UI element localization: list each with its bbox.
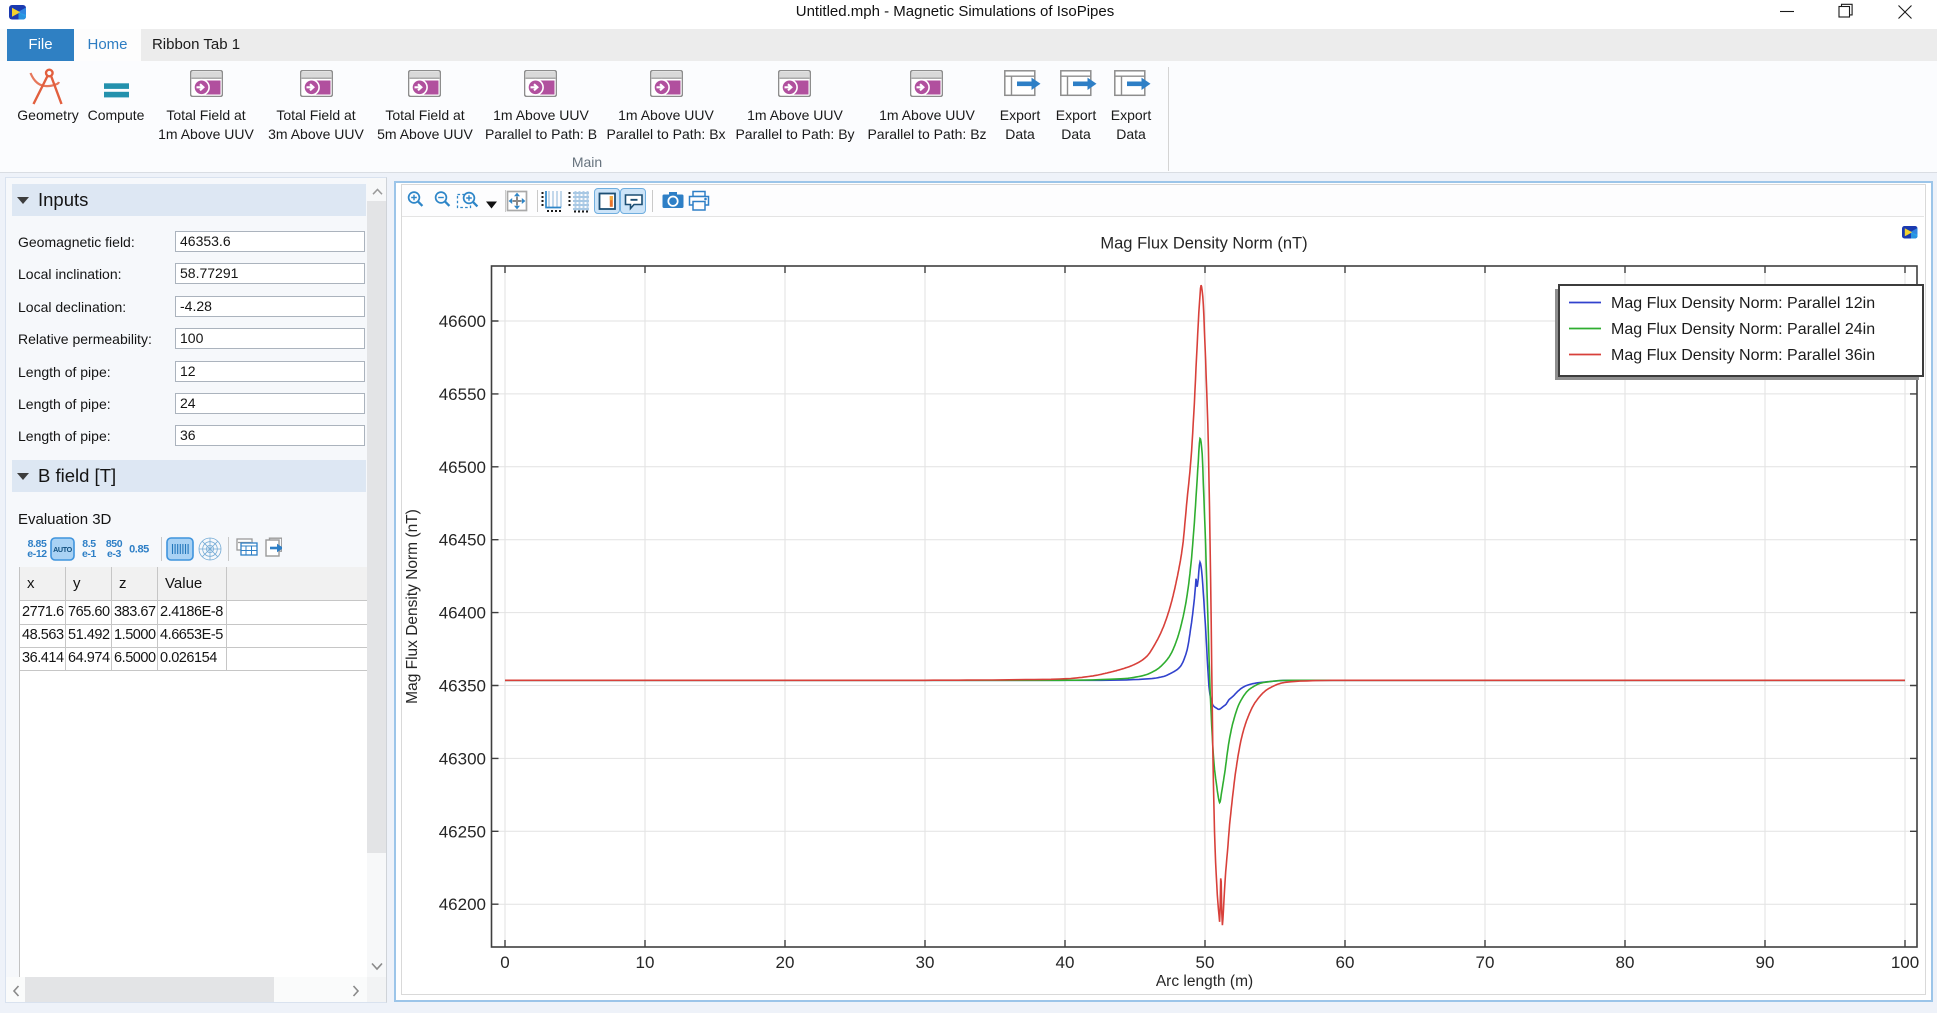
svg-text:80: 80: [1616, 953, 1635, 972]
svg-text:60: 60: [1336, 953, 1355, 972]
svg-text:46200: 46200: [439, 895, 486, 914]
svg-text:0.85: 0.85: [129, 544, 149, 556]
svg-text:50: 50: [1196, 953, 1215, 972]
svg-text:30: 30: [916, 953, 935, 972]
svg-text:e-12: e-12: [27, 548, 47, 560]
svg-text:e-3: e-3: [107, 548, 122, 560]
svg-text:46250: 46250: [439, 822, 486, 841]
svg-text:20: 20: [776, 953, 795, 972]
svg-text:40: 40: [1056, 953, 1075, 972]
svg-text:46450: 46450: [439, 531, 486, 550]
svg-text:0: 0: [500, 953, 509, 972]
svg-text:Mag Flux Density Norm (nT): Mag Flux Density Norm (nT): [404, 509, 421, 704]
svg-text:10: 10: [636, 953, 655, 972]
svg-text:Mag Flux Density Norm (nT): Mag Flux Density Norm (nT): [1100, 235, 1307, 253]
svg-text:e-1: e-1: [82, 548, 97, 560]
svg-text:Mag Flux Density Norm: Paralle: Mag Flux Density Norm: Parallel 36in: [1611, 347, 1875, 364]
svg-text:46350: 46350: [439, 677, 486, 696]
svg-text:46400: 46400: [439, 604, 486, 623]
svg-text:Arc length (m): Arc length (m): [1156, 973, 1253, 990]
svg-text:90: 90: [1756, 953, 1775, 972]
svg-text:Mag Flux Density Norm: Paralle: Mag Flux Density Norm: Parallel 24in: [1611, 321, 1875, 338]
svg-text:Mag Flux Density Norm: Paralle: Mag Flux Density Norm: Parallel 12in: [1611, 295, 1875, 312]
svg-text:70: 70: [1476, 953, 1495, 972]
svg-text:46500: 46500: [439, 458, 486, 477]
svg-text:100: 100: [1891, 953, 1919, 972]
svg-text:46300: 46300: [439, 749, 486, 768]
svg-text:46600: 46600: [439, 312, 486, 331]
svg-text:46550: 46550: [439, 385, 486, 404]
svg-text:AUTO: AUTO: [53, 545, 73, 554]
